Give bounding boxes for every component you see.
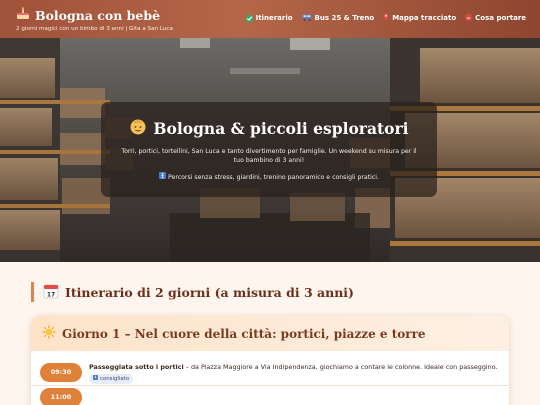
nav-item-itinerario[interactable]: Itinerario <box>245 13 293 23</box>
activity-title: Passeggiata sotto i portici <box>89 363 184 371</box>
hero-card: Bologna & piccoli esploratori Torri, por… <box>101 102 437 197</box>
day-card-1: Giorno 1 – Nel cuore della città: portic… <box>31 316 509 405</box>
hero-banner: Bologna & piccoli esploratori Torri, por… <box>0 38 540 262</box>
pin-icon <box>383 13 389 23</box>
section-title-text: Itinerario di 2 giorni (a misura di 3 an… <box>65 284 354 300</box>
list-item: 11:00 <box>31 386 509 405</box>
nav-label: Bus 25 & Treno <box>314 14 375 22</box>
main-nav: Itinerario Bus 25 & Treno Mappa tracciat… <box>245 12 526 23</box>
brand-title: Bologna con bebè <box>16 7 173 23</box>
day-title: Giorno 1 – Nel cuore della città: portic… <box>31 316 509 351</box>
bus-icon <box>302 14 312 23</box>
hero-title: Bologna & piccoli esploratori <box>101 117 437 139</box>
hero-note: Percorsi senza stress, giardini, trenino… <box>101 172 437 181</box>
activity-description: – da Piazza Maggiore a Via Indipendenza,… <box>183 363 498 371</box>
brand-title-text: Bologna con bebè <box>35 7 161 23</box>
nav-label: Itinerario <box>255 14 293 22</box>
time-pill: 11:00 <box>40 388 82 405</box>
recommended-badge: consigliato <box>89 374 134 384</box>
time-pill: 09:30 <box>40 363 82 382</box>
check-box-icon <box>245 14 253 22</box>
nav-item-bus[interactable]: Bus 25 & Treno <box>302 13 375 23</box>
brand-subtitle: 2 giorni magici con un bimbo di 3 anni |… <box>16 26 173 32</box>
calendar-icon: 17 <box>43 283 59 302</box>
section-title-itinerario: 17 Itinerario di 2 giorni (a misura di 3… <box>31 282 354 302</box>
stroller-icon <box>159 172 168 181</box>
hero-title-text: Bologna & piccoli esploratori <box>153 118 409 138</box>
day-title-text: Giorno 1 – Nel cuore della città: portic… <box>62 326 426 341</box>
nav-label: Mappa tracciato <box>392 14 457 22</box>
site-header: Bologna con bebè 2 giorni magici con un … <box>0 0 540 38</box>
list-item: 09:30 Passeggiata sotto i portici – da P… <box>31 351 509 386</box>
nav-label: Cosa portare <box>475 14 526 22</box>
svg-text:17: 17 <box>47 291 55 298</box>
brand[interactable]: Bologna con bebè 2 giorni magici con un … <box>16 7 173 32</box>
baby-face-icon <box>129 117 147 139</box>
cake-icon <box>16 7 30 23</box>
hero-description: Torri, portici, tortellini, San Luca e t… <box>121 148 417 164</box>
nav-item-cosa-portare[interactable]: Cosa portare <box>465 12 526 23</box>
backpack-icon <box>465 12 472 23</box>
activity-text: Passeggiata sotto i portici – da Piazza … <box>89 363 499 384</box>
nav-item-mappa[interactable]: Mappa tracciato <box>383 13 456 23</box>
sun-icon <box>42 325 56 342</box>
badge-label: consigliato <box>100 376 130 382</box>
hero-note-text: Percorsi senza stress, giardini, trenino… <box>168 174 379 181</box>
stroller-icon <box>93 375 98 383</box>
